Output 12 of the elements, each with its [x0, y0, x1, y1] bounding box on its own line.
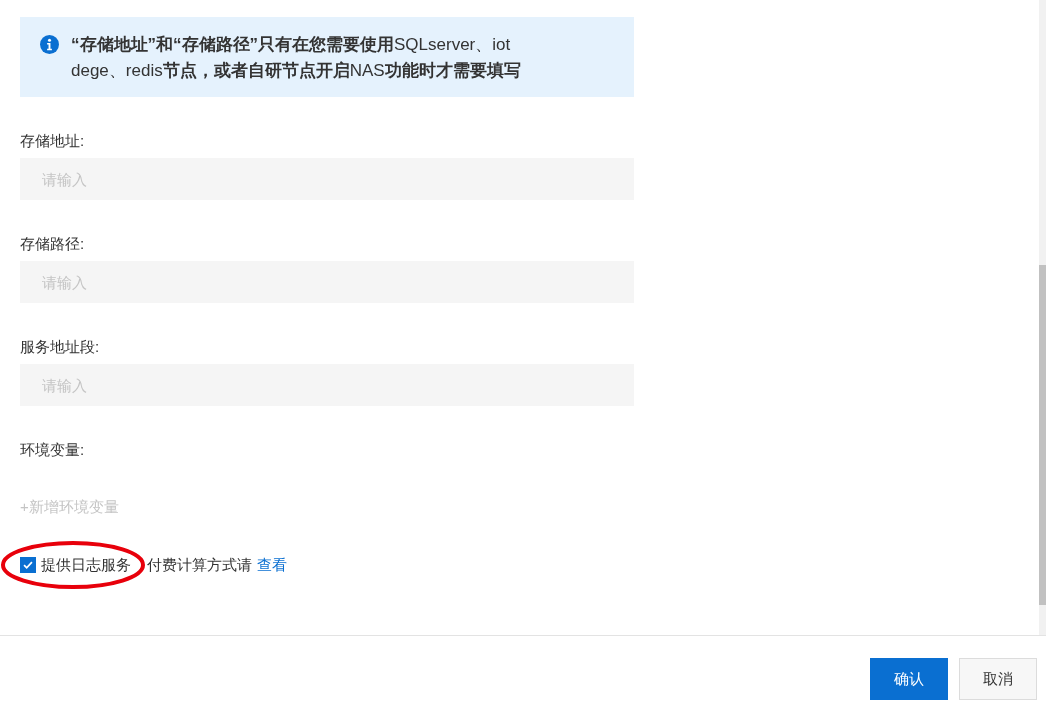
cancel-button[interactable]: 取消 [959, 658, 1037, 700]
field-label: 环境变量: [20, 440, 86, 460]
confirm-button[interactable]: 确认 [870, 658, 948, 700]
checkbox[interactable] [20, 557, 36, 573]
field-label: 存储地址: [20, 131, 86, 151]
info-icon [40, 35, 59, 54]
notice-text: “存储地址”和“存储路径”只有在您需要使用SQLserver、iot dege、redis节点，或者自研节点开启NAS功能时才需要填写 [71, 34, 522, 82]
view-link[interactable]: 查看 [257, 555, 287, 575]
field-label: 存储路径: [20, 234, 86, 254]
field-label: 服务地址段: [20, 337, 101, 357]
billing-note: 付费计算方式请 [147, 555, 252, 575]
scrollbar-thumb[interactable] [1039, 265, 1046, 605]
